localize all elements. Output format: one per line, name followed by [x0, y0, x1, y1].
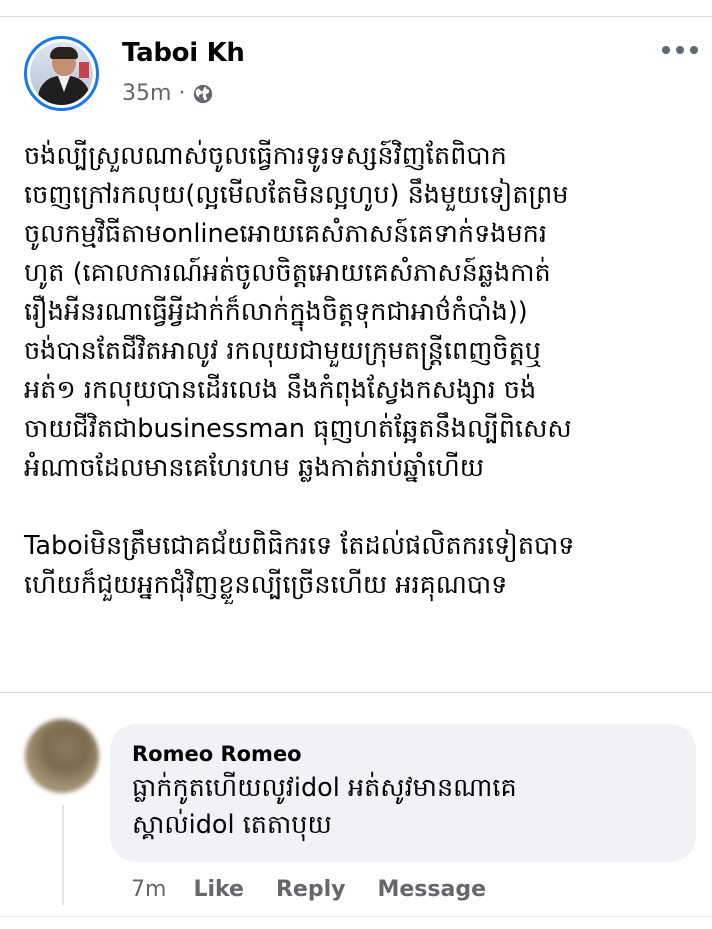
like-button[interactable]: Like [193, 876, 244, 904]
bottom-divider [0, 916, 712, 917]
comment-time[interactable]: 7m [131, 876, 166, 904]
post-paragraph: Taboiមិនត្រឹមជោគជ័យពិធិករទេ តែដល់ផលិតករទ… [24, 531, 575, 600]
author-avatar[interactable] [24, 36, 99, 111]
thread-line [62, 805, 64, 905]
comment-text: ធ្លាក់កូតហើយលូវidol អត់សូវមានណាគេ ស្គាល់… [132, 773, 517, 840]
commenter-name[interactable]: Romeo Romeo [132, 740, 674, 768]
message-button[interactable]: Message [377, 876, 486, 904]
author-photo [30, 42, 93, 105]
top-divider [0, 16, 712, 17]
post-time[interactable]: 35m [122, 80, 171, 108]
commenter-avatar[interactable] [25, 719, 99, 793]
comment-bubble: Romeo Romeo ធ្លាក់កូតហើយលូវidol អត់សូវមា… [110, 724, 696, 862]
reply-button[interactable]: Reply [276, 876, 346, 904]
comments-divider [0, 692, 712, 693]
author-name[interactable]: Taboi Kh [122, 36, 245, 70]
meta-separator: · [178, 81, 186, 106]
globe-icon[interactable] [192, 83, 214, 105]
comment-actions: 7m Like Reply Message [131, 876, 518, 904]
post-text: ចង់ល្បីស្រួលណាស់ចូលធ្វើការទូរទស្សន៍វិញតែ… [24, 137, 708, 605]
post-meta: 35m · [122, 80, 214, 108]
more-options-icon[interactable] [662, 40, 698, 60]
post-paragraph: ចង់ល្បីស្រួលណាស់ចូលធ្វើការទូរទស្សន៍វិញតែ… [24, 141, 572, 483]
